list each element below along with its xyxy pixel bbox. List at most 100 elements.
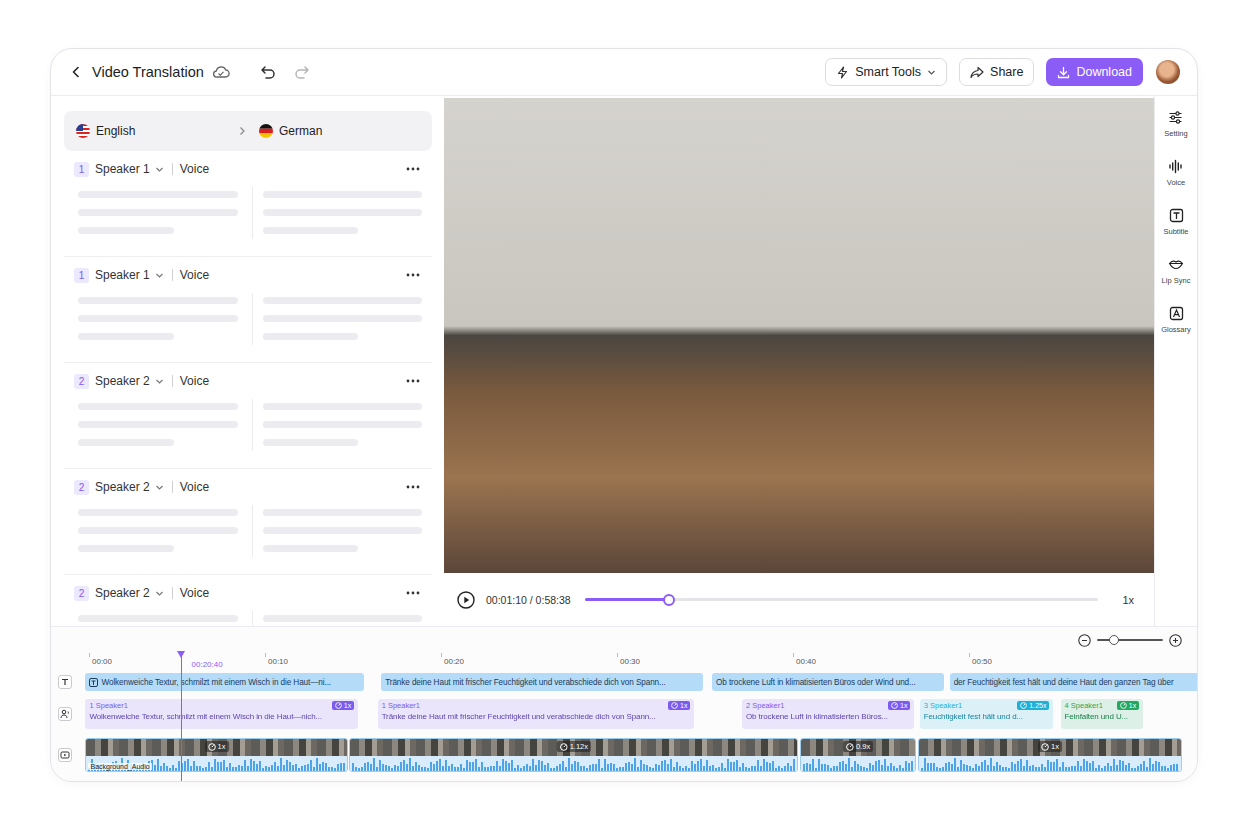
voice-clip[interactable]: 1 Speaker1 1x Tränke deine Haut mit fris…	[378, 699, 695, 729]
video-clip[interactable]: 1x	[918, 738, 1182, 772]
playhead-time: 00:20:40	[192, 660, 223, 669]
subtitle-clip[interactable]: Wolkenweiche Textur, schmilzt mit einem …	[85, 673, 363, 691]
target-text-placeholder	[263, 509, 423, 557]
voice-speaker-name: Speaker1	[752, 701, 784, 710]
tool-button[interactable]: Glossary	[1161, 306, 1191, 344]
timeline-tracks: 00:00 00:10 00:20 00:30 00:40 00:50 Wolk…	[51, 653, 1197, 772]
voice-speed-badge[interactable]: 1x	[1117, 701, 1139, 710]
video-clip[interactable]: 0.9x	[800, 738, 916, 772]
undo-button[interactable]	[260, 64, 276, 80]
top-bar: Video Translation Smart Tools Share Down…	[51, 49, 1197, 96]
play-button[interactable]	[457, 591, 475, 609]
share-button[interactable]: Share	[959, 58, 1034, 86]
subtitle-clip[interactable]: der Feuchtigkeit fest hält und deine Hau…	[950, 673, 1197, 691]
progress-slider[interactable]	[585, 598, 1099, 601]
voice-speed: 1x	[344, 702, 351, 709]
tool-button[interactable]: Subtitle	[1163, 208, 1188, 246]
playhead[interactable]: 00:20:40	[181, 653, 182, 782]
voice-clip[interactable]: 2 Speaker1 1x Ob trockene Luft in klimat…	[742, 699, 914, 729]
segment-row[interactable]: 1 Speaker 1 Voice	[64, 257, 432, 363]
divider	[172, 587, 173, 599]
language-selector[interactable]: English German	[64, 111, 432, 151]
speaker-select[interactable]: Speaker 1	[95, 268, 164, 282]
video-speed: 1.12x	[570, 742, 588, 751]
zoom-thumb[interactable]	[1109, 635, 1119, 645]
segment-header: 2 Speaker 2 Voice	[74, 479, 424, 495]
redo-icon	[294, 64, 310, 80]
video-clip[interactable]: 1x Background_Audio	[85, 738, 347, 772]
zoom-in-button[interactable]	[1169, 634, 1182, 647]
tick-label: 00:10	[268, 657, 288, 666]
video-speed: 0.9x	[856, 742, 870, 751]
chevron-down-icon	[155, 589, 164, 598]
video-speed: 1x	[1051, 742, 1059, 751]
segment-menu-button[interactable]	[406, 591, 420, 595]
segment-row[interactable]: 2 Speaker 2 Voice	[64, 575, 432, 626]
back-button[interactable]	[70, 66, 82, 78]
speaker-number: 2	[74, 374, 89, 389]
transcript-panel: English German 1 Speaker 1 Voice 1 Speak…	[51, 96, 444, 626]
zoom-slider[interactable]	[1097, 639, 1163, 641]
tool-button[interactable]: Setting	[1164, 110, 1187, 148]
voice-speed-badge[interactable]: 1x	[332, 701, 354, 710]
voice-select[interactable]: Voice	[180, 374, 209, 388]
smart-tools-button[interactable]: Smart Tools	[825, 58, 947, 86]
segment-menu-button[interactable]	[406, 485, 420, 489]
speed-gauge-icon	[1041, 743, 1049, 751]
tool-button[interactable]: Lip Sync	[1162, 257, 1191, 295]
target-text-placeholder	[263, 191, 423, 239]
segment-row[interactable]: 1 Speaker 1 Voice	[64, 151, 432, 257]
voice-clip[interactable]: 3 Speaker1 1.25x Feuchtigkeit fest hält …	[920, 699, 1054, 729]
speaker-select[interactable]: Speaker 2	[95, 480, 164, 494]
voice-speed-badge[interactable]: 1x	[668, 701, 690, 710]
voice-clip-header: 2 Speaker1 1x	[746, 701, 910, 710]
chevron-down-icon	[155, 377, 164, 386]
segment-menu-button[interactable]	[406, 273, 420, 277]
playback-speed[interactable]: 1x	[1122, 594, 1134, 606]
subtitle-icon	[89, 678, 98, 687]
voice-clip-header: 3 Speaker1 1.25x	[924, 701, 1050, 710]
segment-row[interactable]: 2 Speaker 2 Voice	[64, 363, 432, 469]
more-icon	[406, 485, 420, 489]
video-speed-badge[interactable]: 1.12x	[557, 741, 591, 752]
video-speed-badge[interactable]: 0.9x	[843, 741, 873, 752]
speaker-number: 2	[74, 480, 89, 495]
voice-clip[interactable]: 4 Speaker1 1x Feinfalten und U...	[1061, 699, 1144, 729]
voice-select[interactable]: Voice	[180, 162, 209, 176]
segment-menu-button[interactable]	[406, 167, 420, 171]
segment-header: 1 Speaker 1 Voice	[74, 267, 424, 283]
progress-thumb[interactable]	[663, 594, 675, 606]
voice-select[interactable]: Voice	[180, 268, 209, 282]
video-frame[interactable]	[444, 98, 1154, 573]
voice-text: Feinfalten und U...	[1065, 712, 1140, 721]
voice-speaker-name: Speaker1	[388, 701, 420, 710]
subtitle-clip[interactable]: Ob trockene Luft in klimatisierten Büros…	[712, 673, 944, 691]
voice-speed-badge[interactable]: 1.25x	[1017, 701, 1049, 710]
speaker-select[interactable]: Speaker 2	[95, 374, 164, 388]
voice-clip[interactable]: 1 Speaker1 1x Wolkenweiche Textur, schmi…	[85, 699, 358, 729]
subtitle-text: Wolkenweiche Textur, schmilzt mit einem …	[101, 678, 331, 687]
zoom-out-button[interactable]	[1078, 634, 1091, 647]
redo-button[interactable]	[294, 64, 310, 80]
segment-loading	[74, 297, 424, 345]
tool-button[interactable]: Voice	[1167, 159, 1185, 197]
video-clip[interactable]: 1.12x	[349, 738, 798, 772]
tick-label: 00:20	[444, 657, 464, 666]
voice-speed-badge[interactable]: 1x	[888, 701, 910, 710]
video-speed-badge[interactable]: 1x	[1038, 741, 1062, 752]
target-language[interactable]: German	[259, 124, 420, 138]
voice-select[interactable]: Voice	[180, 586, 209, 600]
playhead-handle[interactable]	[177, 651, 185, 658]
subtitle-clip[interactable]: Tränke deine Haut mit frischer Feuchtigk…	[381, 673, 703, 691]
segment-row[interactable]: 2 Speaker 2 Voice	[64, 469, 432, 575]
voice-select[interactable]: Voice	[180, 480, 209, 494]
download-button[interactable]: Download	[1046, 58, 1143, 86]
source-language[interactable]: English	[76, 124, 237, 138]
user-avatar[interactable]	[1156, 60, 1180, 84]
video-speed-badge[interactable]: 1x	[205, 741, 229, 752]
speaker-select[interactable]: Speaker 1	[95, 162, 164, 176]
segment-menu-button[interactable]	[406, 379, 420, 383]
speaker-select[interactable]: Speaker 2	[95, 586, 164, 600]
speaker-number: 1	[74, 162, 89, 177]
top-actions: Smart Tools Share Download	[825, 58, 1180, 86]
